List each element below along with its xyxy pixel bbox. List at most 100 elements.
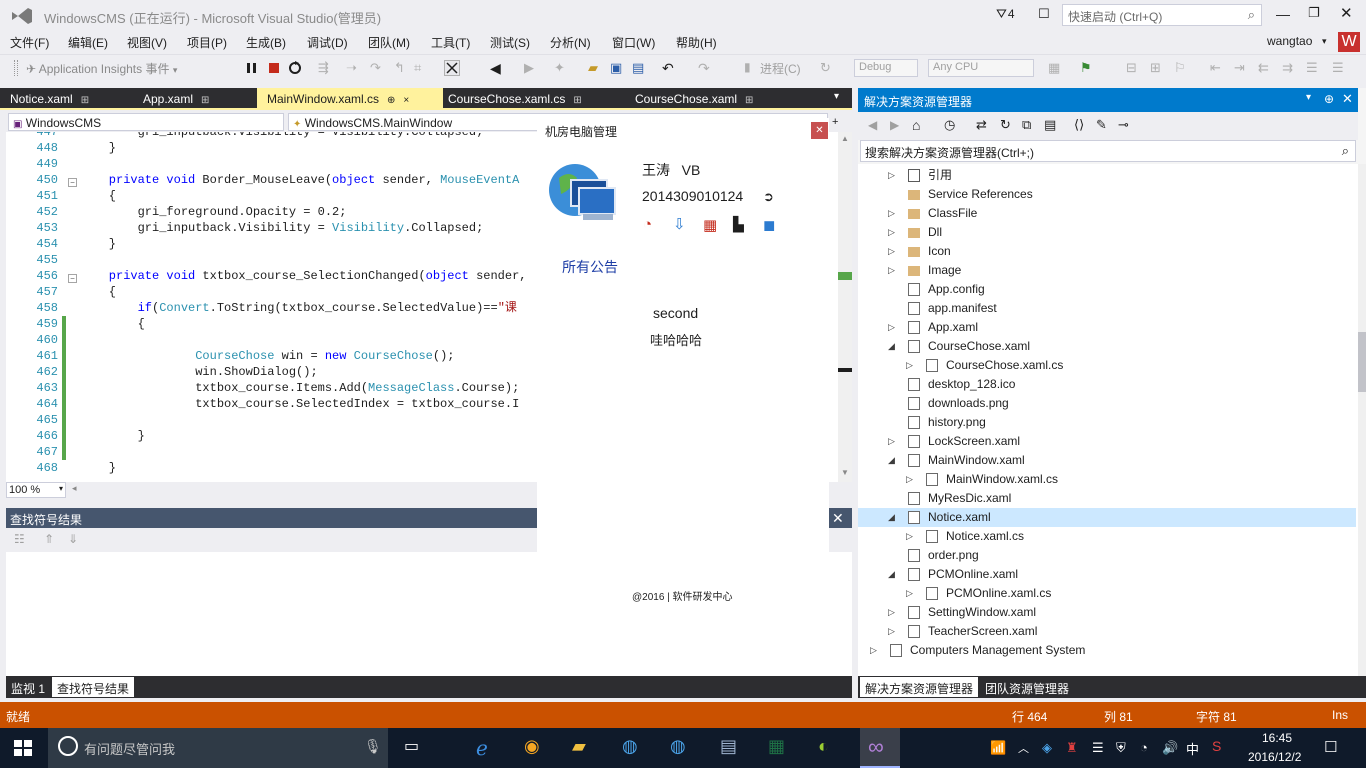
show-next-statement-icon[interactable]: ⇶ [318,60,334,76]
menu-tools[interactable]: 工具(T) [431,34,470,51]
tab-app-xaml[interactable]: App.xaml ⊞ [133,88,257,110]
expand-icon[interactable]: ▷ [888,223,895,242]
collapse-all-icon[interactable]: ⧉ [1022,117,1031,133]
undo-icon[interactable]: ↶ [662,60,678,76]
menu-project[interactable]: 项目(P) [187,34,227,51]
tree-item[interactable]: ▷ ClassFile [858,204,1356,223]
close-window-button[interactable]: ✕ [1340,4,1353,22]
back-icon[interactable]: ◀ [490,60,506,76]
minimize-button[interactable]: — [1276,6,1290,22]
previous-icon[interactable]: ⇑ [44,532,54,546]
expand-icon[interactable]: ▷ [906,584,913,603]
pin-icon[interactable]: ⊕ [1324,92,1334,106]
cortana-search-box[interactable]: 有问题尽管问我 🎙 [48,728,388,768]
tab-coursechose-xaml-cs[interactable]: CourseChose.xaml.cs ⊞ [438,88,628,110]
menu-file[interactable]: 文件(F) [10,34,49,51]
browser-icon[interactable]: ◉ [524,736,550,760]
tree-item[interactable]: ▷ SettingWindow.xaml [858,603,1356,622]
next-bookmark-icon[interactable]: ⇥ [1234,60,1250,76]
tab-watch-1[interactable]: 监视 1 [6,677,50,697]
history-icon[interactable]: ◔ [643,216,652,233]
task-view-icon[interactable]: ▭ [404,736,430,760]
redo-icon[interactable]: ↷ [698,60,714,76]
app-insights-dropdown[interactable]: ✈ Application Insights 事件 ▾ [26,60,177,77]
menu-build[interactable]: 生成(B) [246,34,286,51]
tree-item[interactable]: desktop_128.ico [858,375,1356,394]
tab-mainwindow-xaml-cs[interactable]: MainWindow.xaml.cs ⊕ × [257,88,443,110]
menu-test[interactable]: 测试(S) [490,34,530,51]
tree-item[interactable]: ▷ Dll [858,223,1356,242]
collapse-icon[interactable]: − [68,178,77,187]
tab-find-symbol-results[interactable]: 查找符号结果 [52,677,135,697]
tree-item[interactable]: MyResDic.xaml [858,489,1356,508]
action-center-icon[interactable]: ☐ [1324,738,1337,756]
windows-start-icon[interactable] [14,740,32,756]
tab-team-explorer[interactable]: 团队资源管理器 [980,677,1074,697]
notifications[interactable]: ⛛ 4 [996,6,1015,22]
tree-item[interactable]: downloads.png [858,394,1356,413]
feedback-icon[interactable]: ☐ [1038,6,1050,22]
expand-icon[interactable]: ▷ [888,318,895,337]
home-icon[interactable]: ⌂ [912,117,920,133]
hex-icon[interactable]: ⌗ [414,60,430,76]
expand-icon[interactable]: ▷ [906,527,913,546]
project-selector[interactable]: ▣ WindowsCMS [8,113,284,131]
back-icon[interactable]: ◀ [868,118,877,132]
expand-icon[interactable]: ▷ [888,603,895,622]
expand-icon[interactable]: ◢ [888,565,895,584]
menu-help[interactable]: 帮助(H) [676,34,717,51]
tree-item[interactable]: ◢ PCMOnline.xaml [858,565,1356,584]
save-all-icon[interactable]: ▤ [632,60,648,76]
user-avatar[interactable]: W [1338,32,1360,52]
solution-search-input[interactable]: 搜索解决方案资源管理器(Ctrl+;) ⌕ [860,140,1356,162]
platform-combo[interactable]: Any CPU [928,59,1034,77]
bookmark-icon[interactable]: ⚐ [1174,60,1190,76]
tab-solution-explorer[interactable]: 解决方案资源管理器 [860,677,979,697]
tree-item[interactable]: ▷ Image [858,261,1356,280]
tree-item[interactable]: app.manifest [858,299,1356,318]
properties-icon[interactable]: ✎ [1096,117,1107,133]
close-icon[interactable]: ✕ [832,510,844,527]
toolbar-options-icon[interactable]: ☰ [1332,60,1348,76]
volume-icon[interactable]: 🔊 [1162,740,1178,756]
tray-signal-icon[interactable]: ◔ [1140,740,1148,755]
menu-analyze[interactable]: 分析(N) [550,34,591,51]
zoom-combo[interactable]: 100 % ▾ [6,482,66,498]
tree-item[interactable]: App.config [858,280,1356,299]
settings-icon[interactable]: ◼ [763,216,775,234]
wifi-icon[interactable]: 📶 [990,740,1006,756]
excel-icon[interactable]: ▦ [768,736,794,760]
microphone-icon[interactable]: 🎙 [364,738,382,755]
tree-item[interactable]: ▷ CourseChose.xaml.cs [858,356,1356,375]
expand-icon[interactable]: ▷ [906,356,913,375]
stop-icon[interactable] [266,60,282,76]
close-icon[interactable]: × [403,95,409,106]
pause-icon[interactable] [244,60,260,76]
user-name[interactable]: wangtao [1267,34,1312,48]
next-icon[interactable]: ⇓ [68,532,78,546]
tree-item[interactable]: ▷ Notice.xaml.cs [858,527,1356,546]
configuration-combo[interactable]: Debug [854,59,918,77]
close-icon[interactable]: ✕ [1342,91,1353,107]
tree-item[interactable]: ▷ App.xaml [858,318,1356,337]
scroll-down-icon[interactable]: ▼ [841,468,849,477]
editor-scrollbar[interactable]: ▲ ▼ [838,132,852,482]
tray-network-icon[interactable]: ☰ [1092,740,1104,756]
solution-scrollbar[interactable] [1358,164,1366,676]
show-all-files-icon[interactable]: ▤ [1044,117,1056,133]
expand-icon[interactable]: ▷ [888,432,895,451]
expand-icon[interactable]: ▷ [870,641,877,660]
expand-icon[interactable]: ▷ [906,470,913,489]
tree-item[interactable]: ▷ 引用 [858,166,1356,185]
restart-icon[interactable] [287,60,303,76]
visual-studio-taskbar-button[interactable]: ∞ [860,728,900,768]
edge-icon[interactable]: ℯ [476,736,502,760]
pin-icon[interactable]: ⊕ [387,95,395,106]
process-label[interactable]: 进程(C) [760,60,801,77]
scroll-left-icon[interactable]: ◂ [72,483,77,494]
tab-notice-xaml[interactable]: Notice.xaml ⊞ [0,88,130,110]
pin-icon[interactable]: ⊞ [573,95,581,106]
new-project-icon[interactable]: ✦ [554,60,570,76]
tree-item[interactable]: ◢ Notice.xaml [858,508,1356,527]
file-explorer-icon[interactable]: ▰ [572,736,598,760]
